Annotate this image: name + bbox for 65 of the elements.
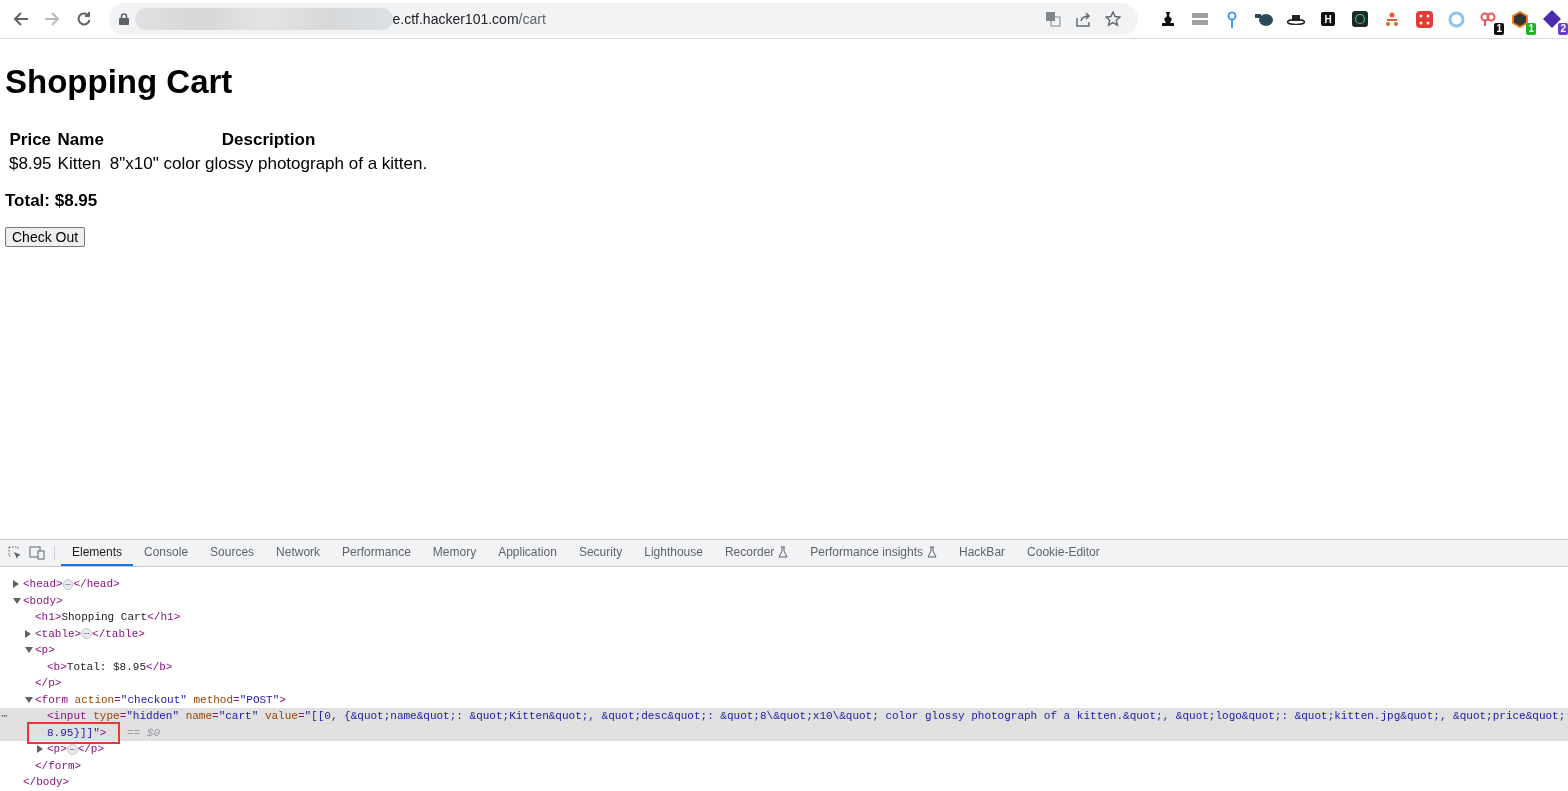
row-menu-marker[interactable]: ⋯ [1,708,8,725]
code-line[interactable]: <form action="checkout" method="POST"> [35,693,286,706]
extension-icon[interactable]: H [1321,12,1335,26]
lock-icon [118,13,129,25]
address-bar[interactable]: e.ctf.hacker101.com/cart [108,3,1139,35]
devtools-tab[interactable]: Sources [199,540,266,566]
devtools-tab[interactable]: HackBar [948,540,1017,566]
collapsed-arrow-icon[interactable] [13,580,19,588]
devtools-tab[interactable]: Memory [421,540,488,566]
code-line[interactable]: <h1>Shopping Cart</h1> [35,611,181,623]
url-path: /cart [518,11,546,27]
table-cell-text: $8.95 [8,153,53,175]
total-text: Total: $8.95 [5,191,99,211]
code-line[interactable]: </body> [23,776,70,788]
column-header: Name [56,129,105,151]
network-icon[interactable] [1385,12,1399,26]
count-badge: 1 [1494,23,1504,35]
url-host: e.ctf.hacker101.com [392,11,519,27]
diamond-icon[interactable] [1543,10,1561,28]
pin-icon[interactable] [1227,10,1237,28]
code-line[interactable]: <body> [23,594,63,607]
hat-icon[interactable] [1287,13,1305,25]
devtools-tab[interactable]: Performance insights [799,540,949,566]
devtools-tab[interactable]: Application [487,540,568,566]
expanded-arrow-icon[interactable] [25,647,33,653]
reload-icon [75,11,92,27]
node-reference: == $0 [126,726,161,739]
devtools-tab[interactable]: Elements [61,540,134,566]
bars-icon[interactable] [1192,12,1208,26]
column-header: Price [8,129,53,151]
devtools-tab[interactable]: Performance [331,540,422,566]
dice-icon[interactable] [1415,10,1433,28]
forward-arrow-icon [44,11,61,27]
devtools-tab[interactable]: Network [265,540,332,566]
page-title: Shopping Cart [5,63,234,101]
code-line[interactable]: <p> [35,644,55,656]
devtools-tab[interactable]: Lighthouse [633,540,714,566]
devtools-tab[interactable]: Recorder [713,540,800,566]
collapsed-arrow-icon[interactable] [25,629,31,638]
check-out-button[interactable]: Check Out [5,227,86,247]
table-cell-text: 8"x10" color glossy photograph of a kitten. [108,153,429,175]
expanded-arrow-icon[interactable] [13,597,21,604]
devtools-tab[interactable]: Console [133,540,200,566]
code-line[interactable]: <b>Total: $8.95</b> [47,660,173,673]
ring-tile-icon[interactable] [1352,11,1368,27]
code-line[interactable]: </form> [35,759,82,772]
collapsed-arrow-icon[interactable] [37,745,43,753]
keys-icon[interactable] [1480,12,1496,26]
code-line[interactable]: <input type="hidden" name="cart" value="[[0, {&quot;name&quot;: &quot;Kitten&quot;, &quot;desc&quot;: &quot;8\&quot;x10\&quot; color glossy photograph of a kitten.&quot;, &quot;logo&quot;: &quot;kitten.jpg&quot;, &quot;price&quot;: [47,710,1568,722]
blob-icon[interactable] [1255,12,1273,26]
chess-piece-icon[interactable] [1160,10,1176,28]
annotation-box: 8.95}]]"> [27,721,121,744]
back-arrow-icon [12,11,29,27]
table-cell-text: Kitten [56,153,103,175]
count-badge: 1 [1526,23,1536,35]
devtools-tab[interactable]: Security [567,540,634,566]
code-line[interactable]: <table> ⋯ </table> [35,627,145,640]
count-badge: 2 [1558,23,1568,35]
column-header: Description [220,129,317,151]
code-line[interactable]: <p> ⋯ </p> [47,743,105,755]
devtools-tab[interactable]: Cookie-Editor [1016,540,1111,566]
code-line[interactable]: <head> ⋯ </head> [23,578,120,590]
code-line[interactable]: </p> [35,677,62,689]
hexagon-icon[interactable] [1512,10,1528,28]
expanded-arrow-icon[interactable] [25,696,33,703]
